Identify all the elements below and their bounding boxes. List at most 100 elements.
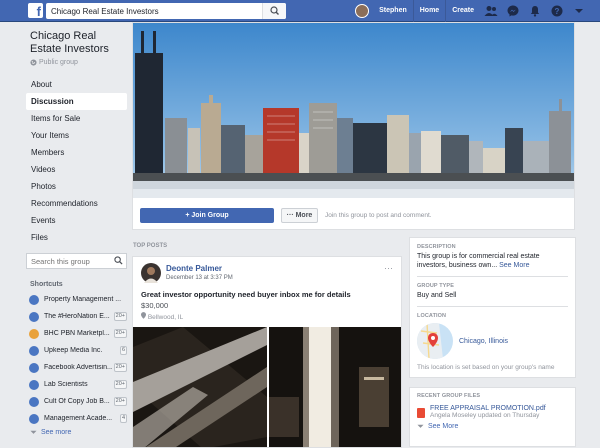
shortcut-label: Management Acade... [44, 415, 113, 422]
pdf-file-icon [417, 408, 425, 418]
join-group-button[interactable]: + Join Group [140, 208, 274, 223]
group-privacy-label: Public group [39, 59, 78, 66]
help-icon[interactable]: ? [546, 0, 568, 22]
location-heading: LOCATION [417, 313, 447, 319]
post-photo[interactable] [269, 327, 402, 448]
map-thumbnail[interactable] [417, 323, 453, 359]
nav-item-photos[interactable]: Photos [26, 178, 127, 195]
files-see-more[interactable]: See More [417, 423, 568, 430]
shortcut-label: Facebook Advertisin... [44, 364, 112, 371]
post-price: $30,000 [141, 301, 169, 310]
group-type-value: Buy and Sell [417, 292, 457, 299]
chevron-down-icon [417, 424, 424, 428]
chevron-down-icon [30, 430, 37, 434]
shortcut-item[interactable]: Lab Scientists 20+ [26, 376, 127, 393]
divider [417, 306, 568, 307]
nav-item-members[interactable]: Members [26, 144, 127, 161]
main-content: + Join Group ··· More Join this group to… [132, 22, 575, 448]
create-link[interactable]: Create [446, 0, 480, 22]
divider [417, 276, 568, 277]
post-location: Bellwood, IL [141, 312, 183, 321]
recent-files-card: RECENT GROUP FILES FREE APPRAISAL PROMOT… [409, 387, 576, 447]
group-title[interactable]: Chicago Real Estate Investors [26, 30, 127, 56]
unread-badge: 20+ [113, 380, 127, 389]
shortcuts-see-more[interactable]: See more [26, 429, 127, 436]
profile-link[interactable]: Stephen [373, 0, 414, 22]
location-pin-icon [141, 312, 146, 319]
nav-item-items-for-sale[interactable]: Items for Sale [26, 110, 127, 127]
group-type-heading: GROUP TYPE [417, 283, 454, 289]
shortcut-label: Property Management ... [44, 296, 122, 303]
location-row: Chicago, Illinois [417, 323, 568, 359]
shortcut-item[interactable]: Cult Of Copy Job B... 20+ [26, 393, 127, 410]
file-item[interactable]: FREE APPRAISAL PROMOTION.pdf Angela Mose… [417, 405, 568, 419]
group-privacy: Public group [26, 59, 127, 66]
more-button[interactable]: ··· More [281, 208, 318, 223]
join-hint-text: Join this group to post and comment. [325, 212, 432, 219]
shortcut-label: BHC PBN Marketpl... [44, 330, 110, 337]
search-button[interactable] [262, 3, 286, 19]
unread-badge: 20+ [113, 363, 127, 372]
description-see-more-link[interactable]: See More [499, 262, 529, 269]
nav-item-videos[interactable]: Videos [26, 161, 127, 178]
group-icon [29, 379, 39, 390]
unread-badge: 20+ [113, 397, 127, 406]
account-menu-caret-icon[interactable] [568, 0, 590, 22]
messenger-icon[interactable] [502, 0, 524, 22]
post-card: Deonte Palmer December 13 at 3:37 PM ···… [132, 256, 402, 448]
right-sidebar: DESCRIPTION This group is for commercial… [409, 237, 576, 447]
notifications-bell-icon[interactable] [524, 0, 546, 22]
shortcut-item[interactable]: Upkeep Media Inc. 6 [26, 342, 127, 359]
home-link[interactable]: Home [414, 0, 447, 22]
file-info: FREE APPRAISAL PROMOTION.pdf Angela Mose… [430, 405, 546, 419]
shortcut-item[interactable]: Property Management ... [26, 291, 127, 308]
shortcut-item[interactable]: The #HeroNation E... 20+ [26, 308, 127, 325]
location-link[interactable]: Chicago, Illinois [459, 338, 508, 345]
search-icon [270, 6, 279, 15]
nav-item-recommendations[interactable]: Recommendations [26, 195, 127, 212]
nav-item-discussion[interactable]: Discussion [26, 93, 127, 110]
post-options-icon[interactable]: ··· [384, 263, 393, 273]
description-text: This group is for commercial real estate… [417, 252, 568, 270]
shortcut-label: Cult Of Copy Job B... [44, 398, 110, 405]
group-icon [29, 294, 39, 305]
shortcut-label: Upkeep Media Inc. [44, 347, 103, 354]
group-icon [29, 362, 39, 373]
shortcut-label: Lab Scientists [44, 381, 88, 388]
nav-item-about[interactable]: About [26, 76, 127, 93]
post-author-link[interactable]: Deonte Palmer [166, 264, 222, 273]
group-search-input[interactable] [27, 254, 107, 268]
file-name-link[interactable]: FREE APPRAISAL PROMOTION.pdf [430, 405, 546, 412]
recent-files-heading: RECENT GROUP FILES [417, 393, 481, 399]
user-avatar[interactable] [355, 4, 370, 18]
cover-card: + Join Group ··· More Join this group to… [132, 22, 575, 230]
post-photo[interactable] [133, 327, 267, 448]
shortcut-item[interactable]: BHC PBN Marketpl... 20+ [26, 325, 127, 342]
group-icon [29, 413, 39, 424]
group-nav: About Discussion Items for Sale Your Ite… [26, 76, 127, 246]
search-input[interactable] [46, 3, 256, 19]
author-avatar[interactable] [141, 263, 161, 283]
unread-badge: 20+ [113, 312, 127, 321]
shortcut-item[interactable]: Facebook Advertisin... 20+ [26, 359, 127, 376]
svg-text:?: ? [555, 7, 560, 16]
nav-item-files[interactable]: Files [26, 229, 127, 246]
cover-photo [133, 23, 574, 198]
top-navigation-bar: f Stephen Home Create ? [0, 0, 600, 22]
search-bar [46, 3, 286, 19]
unread-badge: 4 [119, 414, 127, 423]
nav-item-events[interactable]: Events [26, 212, 127, 229]
shortcuts-heading: Shortcuts [30, 281, 63, 288]
globe-icon [30, 59, 37, 66]
facebook-logo-icon[interactable]: f [28, 3, 43, 18]
post-title: Great investor opportunity need buyer in… [141, 290, 351, 299]
search-icon[interactable] [114, 256, 123, 265]
group-icon [29, 396, 39, 407]
friend-requests-icon[interactable] [480, 0, 502, 22]
shortcut-item[interactable]: Management Acade... 4 [26, 410, 127, 427]
post-location-label: Bellwood, IL [147, 314, 184, 321]
shortcuts-list: Property Management ... The #HeroNation … [26, 291, 127, 427]
post-timestamp[interactable]: December 13 at 3:37 PM [166, 275, 233, 281]
shortcut-label: The #HeroNation E... [44, 313, 110, 320]
nav-item-your-items[interactable]: Your Items [26, 127, 127, 144]
